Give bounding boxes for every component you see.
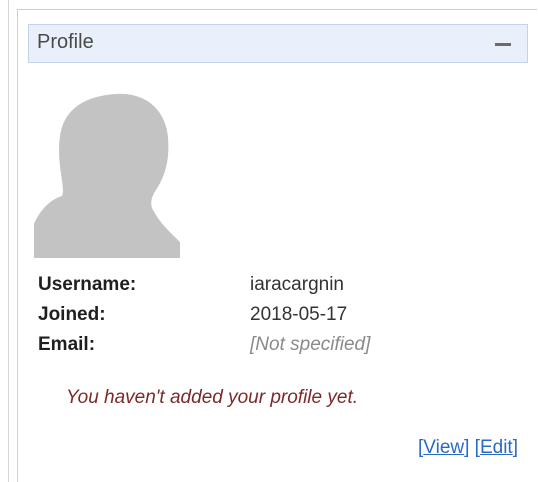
email-label: Email: bbox=[38, 334, 96, 355]
avatar bbox=[34, 93, 180, 258]
joined-label: Joined: bbox=[38, 304, 106, 325]
outer-frame-border bbox=[0, 0, 9, 482]
joined-value: 2018-05-17 bbox=[250, 304, 348, 325]
edit-link[interactable]: Edit bbox=[480, 437, 513, 458]
username-label: Username: bbox=[38, 274, 137, 295]
username-value: iaracargnin bbox=[250, 274, 344, 295]
panel-header: Profile bbox=[28, 24, 528, 63]
panel-title: Profile bbox=[37, 31, 94, 53]
close-bracket: ] bbox=[512, 437, 518, 458]
open-bracket: [ bbox=[469, 437, 480, 458]
profile-notice: You haven't added your profile yet. bbox=[66, 387, 358, 408]
view-link[interactable]: View bbox=[423, 437, 464, 458]
minus-icon[interactable] bbox=[491, 34, 513, 54]
profile-links: [View] [Edit] bbox=[418, 437, 518, 459]
email-value: [Not specified] bbox=[250, 334, 371, 355]
